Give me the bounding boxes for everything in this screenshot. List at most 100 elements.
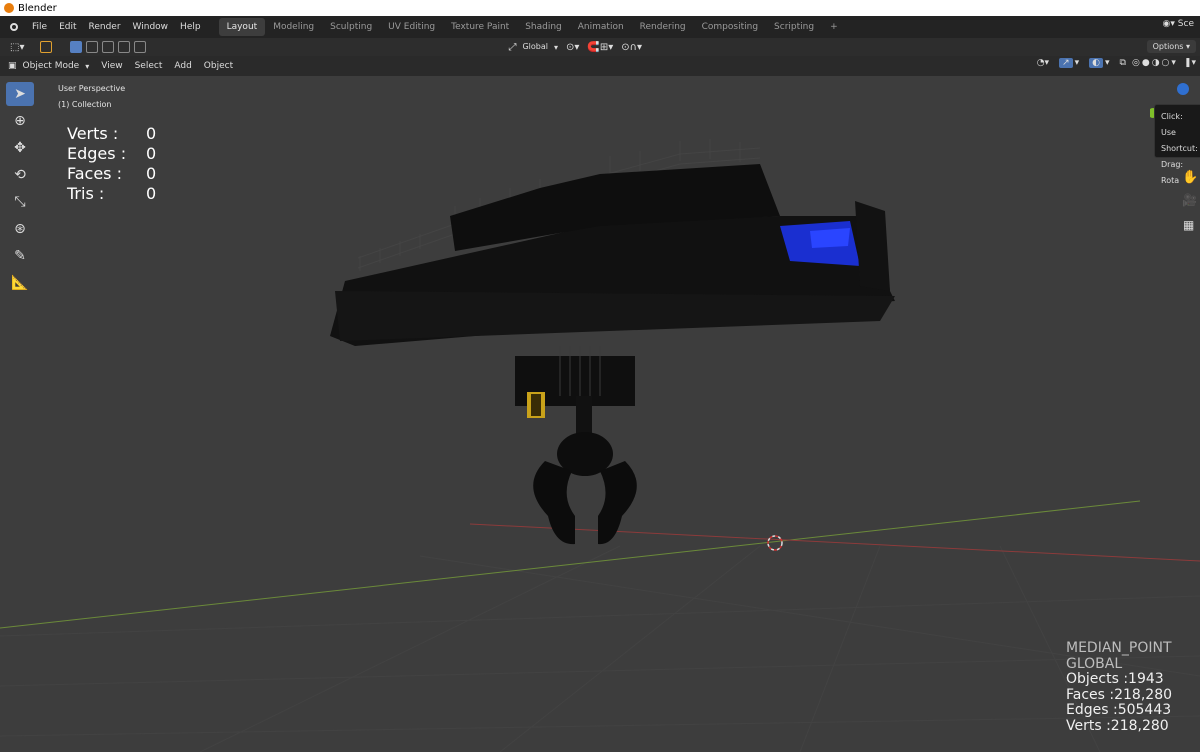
viewport-3d[interactable] <box>0 76 1200 752</box>
cursor-arrow-icon: ➤ <box>14 86 26 102</box>
shading-chevron-icon[interactable]: ▾ <box>1171 58 1176 68</box>
orientation-label: GLOBAL <box>1066 655 1123 672</box>
transform-orientation-dropdown[interactable]: Global <box>516 39 554 55</box>
tool-shelf: ➤ ⊕ ✥ ⟲ ⤡ ⊛ ✎ 📐 <box>6 82 38 298</box>
material-shading-icon[interactable]: ◑ <box>1152 58 1160 68</box>
stats-row: Tris : 0 <box>67 184 156 204</box>
gizmo-toggle-icon[interactable]: ↗ <box>1059 58 1073 68</box>
menu-file[interactable]: File <box>26 16 53 38</box>
stat-label: Verts : <box>67 124 119 143</box>
object-mode-icon: ▣ <box>8 61 17 71</box>
window-title: Blender <box>18 2 57 14</box>
rotate-tool[interactable]: ⟲ <box>6 163 34 187</box>
stat-label: Tris : <box>67 184 105 203</box>
viewport-header: ▣ Object Mode ▾ View Select Add Object <box>0 56 1200 76</box>
menu-window[interactable]: Window <box>127 16 175 38</box>
tab-scripting[interactable]: Scripting <box>766 18 822 36</box>
chevron-down-icon: ▾ <box>554 42 559 52</box>
tab-texture-paint[interactable]: Texture Paint <box>443 18 517 36</box>
blender-logo-icon[interactable] <box>8 21 20 33</box>
tab-animation[interactable]: Animation <box>570 18 632 36</box>
object-mode-dropdown[interactable]: Object Mode <box>17 58 86 74</box>
stat-value: 0 <box>146 124 157 143</box>
select-mode-extend-icon[interactable] <box>86 41 99 53</box>
overlay-chevron-icon[interactable]: ▾ <box>1105 58 1110 68</box>
tab-shading[interactable]: Shading <box>517 18 570 36</box>
stats-row: Faces : 0 <box>67 164 156 184</box>
scene-stats-overlay: MEDIAN_POINT GLOBAL Objects :1943 Faces … <box>1066 640 1173 734</box>
objects-count: Objects :1943 <box>1066 671 1164 687</box>
gizmo-tooltip: Click: Use Shortcut: Drag: Rota <box>1154 104 1200 185</box>
pivot-point-icon[interactable]: ⊙▾ <box>566 42 579 53</box>
proportional-edit-icon[interactable]: ⊙ <box>621 42 629 53</box>
snap-icon[interactable]: 🧲 <box>587 42 599 53</box>
scene-label: Sce <box>1177 19 1194 29</box>
menu-object[interactable]: Object <box>198 58 239 74</box>
mode-chevron-icon: ▾ <box>85 61 90 71</box>
visibility-icon[interactable]: ◔▾ <box>1037 58 1049 68</box>
cursor-target-icon: ⊕ <box>14 113 26 129</box>
menu-select[interactable]: Select <box>129 58 169 74</box>
collection-label: (1) Collection <box>58 100 112 109</box>
tab-uv-editing[interactable]: UV Editing <box>380 18 443 36</box>
measure-ruler-icon: 📐 <box>11 275 29 291</box>
stat-label: Edges : <box>67 144 127 163</box>
solid-shading-icon[interactable]: ● <box>1142 58 1150 68</box>
menu-edit[interactable]: Edit <box>53 16 82 38</box>
3d-cursor <box>767 535 783 551</box>
scene-canvas <box>0 139 1200 752</box>
x-axis-line <box>469 523 1200 562</box>
crane-model <box>330 139 895 545</box>
editor-type-icon[interactable]: ⬚▾ <box>10 42 24 53</box>
scene-icon: ◉▾ <box>1162 19 1175 29</box>
viewport-info: User Perspective (1) Collection <box>58 81 125 113</box>
select-mode-intersect-icon[interactable] <box>134 41 147 53</box>
transform-orientation-icon: ⤢ <box>508 41 517 53</box>
scene-selector[interactable]: ◉▾ Sce <box>1163 19 1194 29</box>
faces-count: Faces :218,280 <box>1066 686 1173 703</box>
menu-add[interactable]: Add <box>168 58 197 74</box>
edges-count: Edges :505443 <box>1066 702 1172 718</box>
select-mode-new-icon[interactable] <box>70 41 83 53</box>
scale-tool[interactable]: ⤡ <box>6 190 34 214</box>
scale-icon: ⤡ <box>14 194 26 210</box>
xray-icon[interactable]: ⧉ <box>1120 58 1126 68</box>
camera-view-icon[interactable]: 🎥 <box>1182 193 1197 207</box>
select-tool-icon[interactable] <box>40 41 53 53</box>
wireframe-shading-icon[interactable]: ◎ <box>1132 58 1140 68</box>
view-perspective-label: User Perspective <box>58 84 126 93</box>
sidebar-toggle-icon[interactable]: ❚▾ <box>1184 58 1196 68</box>
snap-target-icon[interactable]: ⊞▾ <box>600 42 613 53</box>
stat-value: 0 <box>146 144 157 163</box>
ortho-toggle-icon[interactable]: ▦ <box>1183 218 1194 232</box>
tooltip-line: Click: Use <box>1161 112 1183 137</box>
transform-tool[interactable]: ⊛ <box>6 217 34 241</box>
menu-help[interactable]: Help <box>174 16 207 38</box>
add-workspace-button[interactable]: + <box>822 18 846 36</box>
stat-value: 0 <box>146 164 157 183</box>
axis-z-icon[interactable] <box>1177 83 1189 95</box>
menu-render[interactable]: Render <box>83 16 127 38</box>
blender-app-icon <box>4 3 14 13</box>
overlay-toggle-icon[interactable]: ◐ <box>1089 58 1103 68</box>
tab-compositing[interactable]: Compositing <box>694 18 766 36</box>
tab-modeling[interactable]: Modeling <box>265 18 322 36</box>
measure-tool[interactable]: 📐 <box>6 271 34 295</box>
rendered-shading-icon[interactable]: ○ <box>1162 58 1170 68</box>
verts-count: Verts :218,280 <box>1066 717 1169 734</box>
cursor-tool[interactable]: ⊕ <box>6 109 34 133</box>
move-tool[interactable]: ✥ <box>6 136 34 160</box>
menu-view[interactable]: View <box>95 58 128 74</box>
transform-icon: ⊛ <box>14 221 26 237</box>
select-box-tool[interactable]: ➤ <box>6 82 34 106</box>
proportional-falloff-icon[interactable]: ∩▾ <box>630 42 642 53</box>
select-mode-subtract-icon[interactable] <box>102 41 115 53</box>
gizmo-chevron-icon[interactable]: ▾ <box>1075 58 1080 68</box>
options-dropdown[interactable]: Options ▾ <box>1146 40 1196 53</box>
tab-layout[interactable]: Layout <box>218 18 266 36</box>
annotate-tool[interactable]: ✎ <box>6 244 34 268</box>
tab-sculpting[interactable]: Sculpting <box>322 18 380 36</box>
tab-rendering[interactable]: Rendering <box>632 18 694 36</box>
annotate-pencil-icon: ✎ <box>14 248 26 264</box>
select-mode-difference-icon[interactable] <box>118 41 131 53</box>
